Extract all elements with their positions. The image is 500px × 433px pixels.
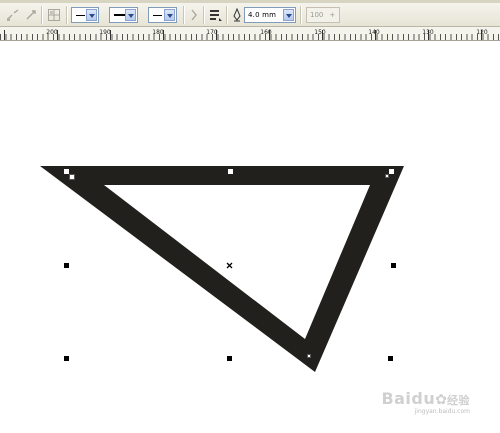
wrap-icon[interactable]: [209, 8, 223, 22]
node-marker[interactable]: [69, 174, 75, 180]
ruler-label: 200: [46, 29, 58, 36]
ruler-label: 190: [99, 29, 111, 36]
grid-icon[interactable]: [47, 8, 61, 22]
ruler-major-tick: [4, 30, 5, 40]
watermark-url: jingyan.baidu.com: [414, 408, 470, 415]
ruler-label: 140: [368, 29, 380, 36]
toolbar-separator: [183, 6, 185, 24]
watermark: Baidu✿经验 jingyan.baidu.com: [381, 389, 470, 415]
node-marker[interactable]: [228, 169, 233, 174]
line-end-dropdown[interactable]: [148, 7, 177, 23]
dimension-icon[interactable]: [24, 8, 38, 22]
line-start-preview: [76, 14, 85, 16]
watermark-brand: Baidu: [381, 389, 436, 408]
line-style-dropdown[interactable]: [109, 7, 138, 23]
chevron-down-icon[interactable]: [125, 9, 136, 21]
ruler-label: 180: [152, 29, 164, 36]
toolbar-separator: [41, 6, 43, 24]
selection-handle-bottom-left[interactable]: [64, 356, 69, 361]
toolbar-separator: [203, 6, 205, 24]
ruler-label: 150: [314, 29, 326, 36]
selection-handle-bottom-right[interactable]: [388, 356, 393, 361]
line-end-preview: [153, 14, 162, 16]
toolbar-separator: [300, 6, 302, 24]
horizontal-ruler[interactable]: 200 190 180 170 160 150 140 130 120: [0, 27, 500, 41]
node-marker[interactable]: [307, 354, 311, 358]
selection-handle-bottom-center[interactable]: [227, 356, 232, 361]
selection-handle-middle-left[interactable]: [64, 263, 69, 268]
property-bar: 4.0 mm 100 +: [0, 0, 500, 27]
triangle-shape[interactable]: [40, 166, 404, 372]
outline-pen-icon: [233, 8, 241, 22]
selection-handle-middle-right[interactable]: [391, 263, 396, 268]
ruler-label: 120: [476, 29, 488, 36]
chevron-down-icon[interactable]: [164, 9, 175, 21]
drawing-surface: [40, 166, 404, 372]
close-path-icon[interactable]: [189, 8, 199, 22]
plus-icon: +: [329, 11, 336, 19]
zoom-value: 100: [310, 11, 324, 19]
ruler-label: 130: [422, 29, 434, 36]
connector-icon[interactable]: [6, 8, 20, 22]
ruler-label: 160: [260, 29, 272, 36]
drawing-canvas[interactable]: Baidu✿经验 jingyan.baidu.com: [0, 41, 500, 433]
zoom-field: 100 +: [306, 7, 340, 23]
outline-width-value: 4.0 mm: [248, 11, 277, 19]
outline-width-dropdown[interactable]: 4.0 mm: [244, 7, 296, 23]
toolbar-separator: [226, 6, 228, 24]
watermark-brand-suffix: 经验: [447, 394, 470, 407]
toolbar-separator: [66, 6, 68, 24]
chevron-down-icon[interactable]: [86, 9, 97, 21]
node-marker[interactable]: [389, 169, 394, 174]
line-start-dropdown[interactable]: [71, 7, 99, 23]
toolbar-top-edge: [0, 0, 500, 3]
center-x-icon[interactable]: [226, 262, 233, 269]
paw-icon: ✿: [435, 391, 447, 408]
node-marker[interactable]: [385, 174, 389, 178]
chevron-down-icon[interactable]: [283, 9, 294, 21]
ruler-label: 170: [206, 29, 218, 36]
